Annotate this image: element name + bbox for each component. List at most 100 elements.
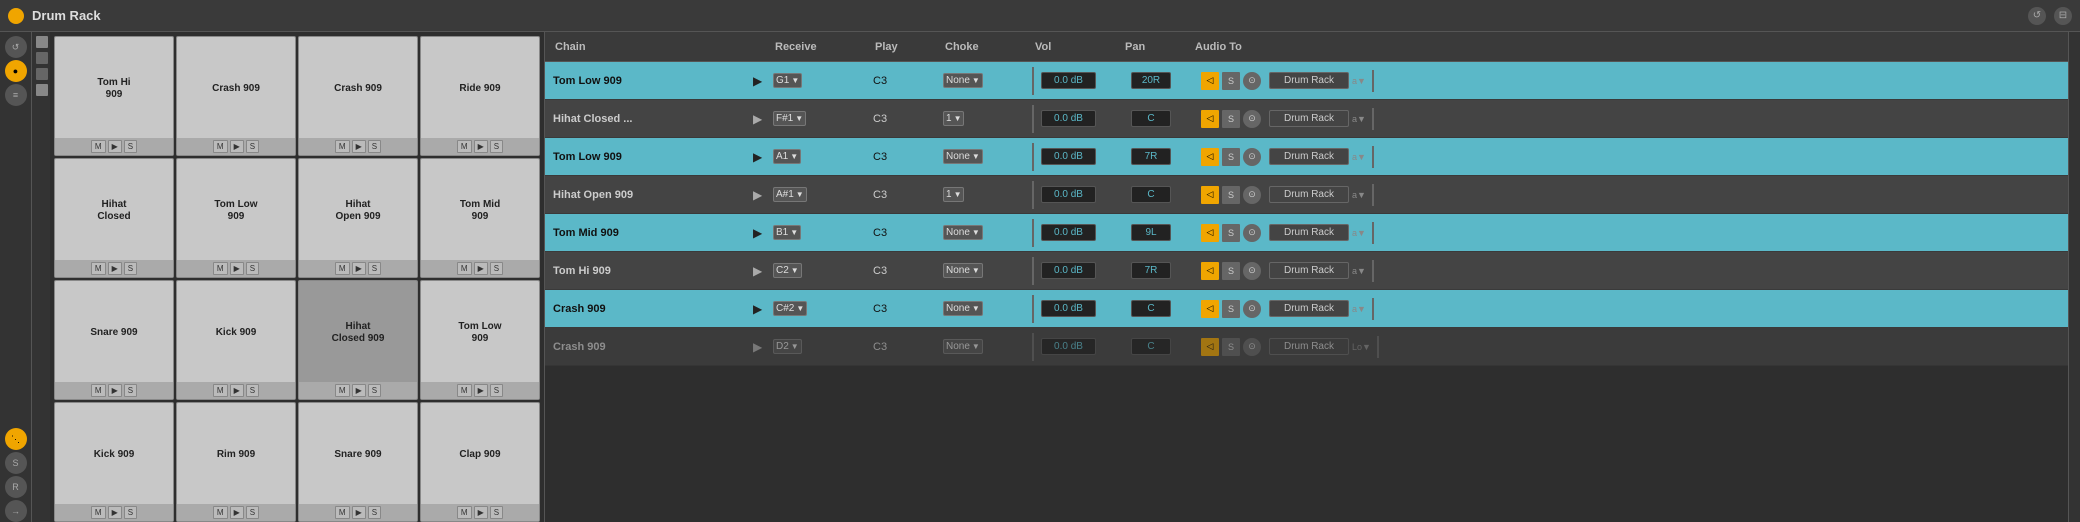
pad-mute-btn[interactable]: M — [213, 384, 228, 397]
pad-clap-909[interactable]: Clap 909 M ▶ S — [420, 402, 540, 522]
pad-mute-btn[interactable]: M — [335, 140, 350, 153]
pan-display-3[interactable]: C — [1131, 186, 1171, 203]
refresh-icon[interactable]: ↺ — [2028, 7, 2046, 25]
pad-ride-909[interactable]: Ride 909 M ▶ S — [420, 36, 540, 156]
pad-crash-909-1[interactable]: Crash 909 M ▶ S — [176, 36, 296, 156]
chain-arrow-5[interactable]: ▶ — [749, 264, 769, 278]
vol-display-7[interactable]: 0.0 dB — [1041, 338, 1096, 355]
choke-select-3[interactable]: 1 ▼ — [943, 187, 964, 202]
audio-to-display-6[interactable]: Drum Rack — [1269, 300, 1349, 317]
chain-arrow-1[interactable]: ▶ — [749, 112, 769, 126]
s-btn-3[interactable]: S — [1222, 186, 1240, 204]
io-btn-3[interactable]: ⊙ — [1243, 186, 1261, 204]
receive-select-0[interactable]: G1 ▼ — [773, 73, 802, 88]
pad-mute-btn[interactable]: M — [457, 506, 472, 519]
pad-play-btn[interactable]: ▶ — [474, 140, 488, 153]
io-btn-1[interactable]: ⊙ — [1243, 110, 1261, 128]
pad-solo-btn[interactable]: S — [246, 506, 259, 519]
pad-tom-hi-909[interactable]: Tom Hi909 M ▶ S — [54, 36, 174, 156]
pad-snare-909-1[interactable]: Snare 909 M ▶ S — [54, 280, 174, 400]
io-btn-2[interactable]: ⊙ — [1243, 148, 1261, 166]
pan-display-5[interactable]: 7R — [1131, 262, 1171, 279]
pad-hihat-closed-909[interactable]: HihatClosed 909 M ▶ S — [298, 280, 418, 400]
headphone-btn-0[interactable]: ◁ — [1201, 72, 1219, 90]
audio-to-display-5[interactable]: Drum Rack — [1269, 262, 1349, 279]
headphone-btn-7[interactable]: ◁ — [1201, 338, 1219, 356]
pad-play-btn[interactable]: ▶ — [108, 140, 122, 153]
chain-arrow-6[interactable]: ▶ — [749, 302, 769, 316]
audio-to-display-4[interactable]: Drum Rack — [1269, 224, 1349, 241]
audio-to-display-2[interactable]: Drum Rack — [1269, 148, 1349, 165]
choke-select-4[interactable]: None ▼ — [943, 225, 983, 240]
chain-arrow-7[interactable]: ▶ — [749, 340, 769, 354]
choke-select-2[interactable]: None ▼ — [943, 149, 983, 164]
vol-display-1[interactable]: 0.0 dB — [1041, 110, 1096, 127]
audio-to-display-0[interactable]: Drum Rack — [1269, 72, 1349, 89]
left-btn-arrow[interactable]: → — [5, 500, 27, 522]
headphone-btn-5[interactable]: ◁ — [1201, 262, 1219, 280]
receive-select-1[interactable]: F#1 ▼ — [773, 111, 806, 126]
s-btn-4[interactable]: S — [1222, 224, 1240, 242]
chain-row-3[interactable]: Hihat Open 909 ▶ A#1 ▼ C3 — [545, 176, 2068, 214]
pad-play-btn[interactable]: ▶ — [352, 140, 366, 153]
vol-display-3[interactable]: 0.0 dB — [1041, 186, 1096, 203]
vol-display-6[interactable]: 0.0 dB — [1041, 300, 1096, 317]
headphone-btn-1[interactable]: ◁ — [1201, 110, 1219, 128]
pad-solo-btn[interactable]: S — [246, 384, 259, 397]
pad-solo-btn[interactable]: S — [124, 506, 137, 519]
pad-tom-mid-909[interactable]: Tom Mid909 M ▶ S — [420, 158, 540, 278]
chain-row-4[interactable]: Tom Mid 909 ▶ B1 ▼ C3 — [545, 214, 2068, 252]
chain-arrow-2[interactable]: ▶ — [749, 150, 769, 164]
pad-mute-btn[interactable]: M — [91, 140, 106, 153]
pad-tom-low-909-2[interactable]: Tom Low909 M ▶ S — [420, 280, 540, 400]
pad-rim-909[interactable]: Rim 909 M ▶ S — [176, 402, 296, 522]
left-btn-1[interactable]: ● — [5, 60, 27, 82]
chain-row-5[interactable]: Tom Hi 909 ▶ C2 ▼ C3 — [545, 252, 2068, 290]
s-btn-7[interactable]: S — [1222, 338, 1240, 356]
receive-select-5[interactable]: C2 ▼ — [773, 263, 802, 278]
io-btn-5[interactable]: ⊙ — [1243, 262, 1261, 280]
receive-select-6[interactable]: C#2 ▼ — [773, 301, 807, 316]
pad-solo-btn[interactable]: S — [246, 262, 259, 275]
pad-mute-btn[interactable]: M — [335, 262, 350, 275]
pad-snare-909-2[interactable]: Snare 909 M ▶ S — [298, 402, 418, 522]
pad-solo-btn[interactable]: S — [368, 506, 381, 519]
headphone-btn-2[interactable]: ◁ — [1201, 148, 1219, 166]
pad-play-btn[interactable]: ▶ — [474, 384, 488, 397]
pad-play-btn[interactable]: ▶ — [352, 506, 366, 519]
chain-row-6[interactable]: Crash 909 ▶ C#2 ▼ C3 — [545, 290, 2068, 328]
chain-arrow-4[interactable]: ▶ — [749, 226, 769, 240]
pad-mute-btn[interactable]: M — [213, 506, 228, 519]
chain-row-7[interactable]: Crash 909 ▶ D2 ▼ C3 — [545, 328, 2068, 366]
pad-solo-btn[interactable]: S — [490, 384, 503, 397]
pad-hihat-closed[interactable]: HihatClosed M ▶ S — [54, 158, 174, 278]
pad-solo-btn[interactable]: S — [368, 262, 381, 275]
choke-select-0[interactable]: None ▼ — [943, 73, 983, 88]
pan-display-2[interactable]: 7R — [1131, 148, 1171, 165]
pad-tom-low-909-1[interactable]: Tom Low909 M ▶ S — [176, 158, 296, 278]
left-btn-s[interactable]: S — [5, 452, 27, 474]
pad-mute-btn[interactable]: M — [91, 384, 106, 397]
pad-play-btn[interactable]: ▶ — [108, 506, 122, 519]
pad-solo-btn[interactable]: S — [246, 140, 259, 153]
receive-select-4[interactable]: B1 ▼ — [773, 225, 801, 240]
pad-kick-909-2[interactable]: Kick 909 M ▶ S — [54, 402, 174, 522]
pad-mute-btn[interactable]: M — [457, 384, 472, 397]
pad-mute-btn[interactable]: M — [91, 262, 106, 275]
choke-select-6[interactable]: None ▼ — [943, 301, 983, 316]
pad-crash-909-2[interactable]: Crash 909 M ▶ S — [298, 36, 418, 156]
pad-solo-btn[interactable]: S — [124, 140, 137, 153]
pad-kick-909-1[interactable]: Kick 909 M ▶ S — [176, 280, 296, 400]
pad-solo-btn[interactable]: S — [490, 140, 503, 153]
chain-arrow-3[interactable]: ▶ — [749, 188, 769, 202]
pan-display-7[interactable]: C — [1131, 338, 1171, 355]
pad-play-btn[interactable]: ▶ — [230, 262, 244, 275]
io-btn-4[interactable]: ⊙ — [1243, 224, 1261, 242]
pad-play-btn[interactable]: ▶ — [108, 384, 122, 397]
choke-select-5[interactable]: None ▼ — [943, 263, 983, 278]
s-btn-6[interactable]: S — [1222, 300, 1240, 318]
receive-select-3[interactable]: A#1 ▼ — [773, 187, 807, 202]
left-btn-2[interactable]: ≡ — [5, 84, 27, 106]
io-btn-0[interactable]: ⊙ — [1243, 72, 1261, 90]
audio-to-display-7[interactable]: Drum Rack — [1269, 338, 1349, 355]
